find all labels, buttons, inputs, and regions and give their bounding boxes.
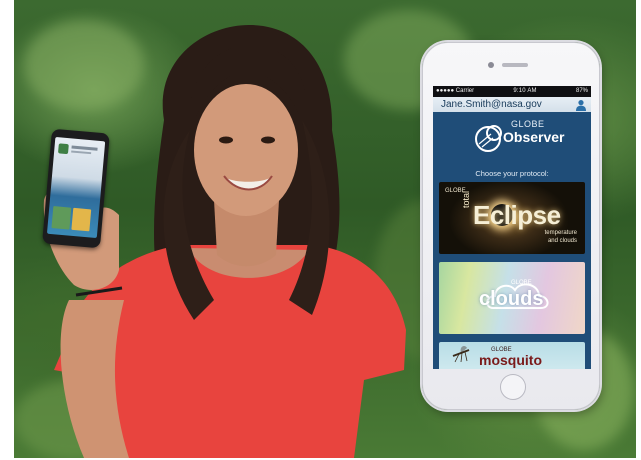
protocol-title: Eclipse — [473, 200, 561, 230]
status-carrier: ●●●●● Carrier — [436, 88, 475, 94]
status-battery: 87% — [575, 88, 588, 94]
text-line — [71, 150, 92, 155]
phone-mockup: ●●●●● Carrier 9:10 AM 87% Jane.Smith@nas… — [422, 42, 600, 410]
protocol-mosquito-card[interactable]: GLOBE mosquito — [439, 342, 585, 369]
protocol-subtitle: temperature — [544, 230, 577, 236]
mosquito-icon — [452, 345, 470, 363]
protocol-title: mosquito — [479, 352, 542, 368]
protocol-clouds-card[interactable]: GLOBE clouds — [439, 262, 585, 334]
account-bar[interactable]: Jane.Smith@nasa.gov — [433, 97, 591, 112]
logo-observer-text: Observer — [503, 129, 565, 145]
account-email: Jane.Smith@nasa.gov — [441, 99, 542, 110]
protocol-eclipse-card[interactable]: GLOBE total Eclipse temperature and clou… — [439, 182, 585, 254]
small-phone-icon — [42, 128, 110, 249]
protocol-title: clouds — [479, 288, 544, 310]
protocol-total-label: total — [461, 190, 471, 208]
protocol-globe-label: GLOBE — [511, 280, 532, 286]
app-icon — [57, 143, 69, 155]
app-screen: ●●●●● Carrier 9:10 AM 87% Jane.Smith@nas… — [433, 86, 591, 369]
camera-icon — [488, 62, 494, 68]
small-phone-screen — [46, 137, 106, 238]
protocol-subtitle: and clouds — [547, 238, 577, 244]
tile — [71, 207, 92, 232]
globe-logo-icon — [475, 125, 502, 152]
speaker-icon — [502, 63, 528, 67]
logo-globe-text: GLOBE — [511, 119, 545, 129]
tile — [51, 206, 72, 230]
user-icon[interactable] — [575, 99, 587, 111]
choose-prompt: Choose your protocol: — [475, 169, 549, 178]
app-logo: GLOBE Observer — [433, 112, 591, 168]
home-button[interactable] — [500, 374, 526, 400]
status-bar: ●●●●● Carrier 9:10 AM 87% — [433, 86, 591, 97]
status-time: 9:10 AM — [513, 88, 537, 94]
